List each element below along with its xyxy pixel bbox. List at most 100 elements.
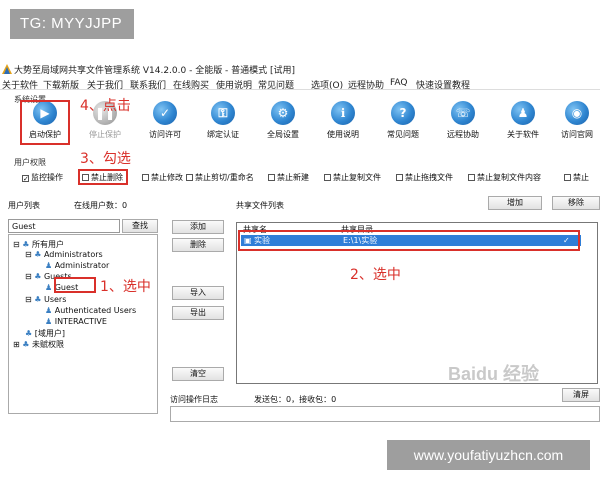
- menu-manual[interactable]: 使用说明: [216, 78, 252, 91]
- access-icon: ✓: [153, 101, 177, 125]
- checkbox: [142, 174, 149, 181]
- permissions-label: 用户权限: [14, 158, 46, 167]
- tree-all-users[interactable]: ⊟ ♣ 所有用户: [13, 239, 64, 250]
- menu-faq-cn[interactable]: 常见问题: [258, 78, 294, 91]
- group-icon: ♣: [25, 329, 33, 338]
- faq-button[interactable]: ? 常见问题: [374, 99, 432, 143]
- perm-no-copy-file-checkbox[interactable]: 禁止复制文件: [324, 172, 381, 183]
- tree-administrators[interactable]: ⊟ ♣ Administrators: [25, 250, 103, 259]
- perm-more-label: 禁止: [573, 173, 589, 182]
- menu-remote[interactable]: 远程协助: [348, 78, 384, 91]
- tree-administrator-label: Administrator: [54, 261, 110, 270]
- manual-label: 使用说明: [327, 130, 359, 139]
- checkbox: [186, 174, 193, 181]
- user-icon: ♟: [45, 317, 53, 326]
- menu-download[interactable]: 下载新版: [43, 78, 79, 91]
- perm-no-copy-file-label: 禁止复制文件: [333, 173, 381, 182]
- checkbox: [396, 174, 403, 181]
- faq-label: 常见问题: [387, 130, 419, 139]
- perm-no-cut-rename-checkbox[interactable]: 禁止剪切/重命名: [186, 172, 254, 183]
- user-icon: ♟: [45, 283, 53, 292]
- packet-stats: 发送包：0，接收包：0: [254, 395, 337, 404]
- manual-button[interactable]: ℹ 使用说明: [314, 99, 372, 143]
- group-icon: ♣: [22, 240, 30, 249]
- tree-domain-users[interactable]: ♣ [域用户]: [25, 328, 65, 339]
- perm-no-copy-content-checkbox[interactable]: 禁止复制文件内容: [468, 172, 541, 183]
- tree-users-label: Users: [43, 295, 67, 304]
- remote-assist-button[interactable]: ☏ 远程协助: [434, 99, 492, 143]
- highlight-guest: [54, 277, 96, 293]
- shared-files-label: 共享文件列表: [236, 201, 284, 210]
- export-button[interactable]: 导出: [172, 306, 224, 320]
- online-users-count: 0: [122, 201, 128, 210]
- tree-domain-users-label: [域用户]: [34, 329, 65, 338]
- visit-website-label: 访问官网: [561, 130, 593, 139]
- tree-interactive[interactable]: ♟ INTERACTIVE: [45, 317, 107, 326]
- group-icon: ♣: [34, 272, 42, 281]
- menu-quick-tutorial[interactable]: 快速设置教程: [416, 78, 470, 91]
- access-permission-button[interactable]: ✓ 访问许可: [136, 99, 194, 143]
- tree-authenticated-users-label: Authenticated Users: [54, 306, 137, 315]
- checkbox: [268, 174, 275, 181]
- access-log-box: [170, 406, 600, 422]
- window-title: 大势至局域网共享文件管理系统 V14.2.0.0 - 全能版 - 普通模式 [试…: [14, 66, 296, 76]
- visit-website-button[interactable]: ◉ 访问官网: [548, 99, 600, 143]
- user-search-input[interactable]: Guest: [8, 219, 120, 233]
- group-icon: ♣: [22, 340, 30, 349]
- annotation-step-1: 1、选中: [100, 279, 151, 295]
- settings-icon: ⚙: [271, 101, 295, 125]
- online-users-label: 在线用户数：0: [74, 200, 127, 211]
- checkbox: [468, 174, 475, 181]
- clear-log-button[interactable]: 清屏: [562, 388, 600, 402]
- watermark-top: TG: MYYJJPP: [10, 9, 134, 39]
- perm-more-checkbox[interactable]: 禁止: [564, 172, 589, 183]
- perm-no-new-checkbox[interactable]: 禁止新建: [268, 172, 309, 183]
- group-icon: ♣: [34, 295, 42, 304]
- tree-all-users-label: 所有用户: [31, 240, 64, 249]
- menu-contact[interactable]: 联系我们: [130, 78, 166, 91]
- perm-no-modify-label: 禁止修改: [151, 173, 183, 182]
- user-icon: ♟: [45, 261, 53, 270]
- perm-no-modify-checkbox[interactable]: 禁止修改: [142, 172, 183, 183]
- tree-administrator[interactable]: ♟ Administrator: [45, 261, 109, 270]
- delete-user-button[interactable]: 删除: [172, 238, 224, 252]
- clear-button[interactable]: 清空: [172, 367, 224, 381]
- perm-no-drag-checkbox[interactable]: 禁止拖拽文件: [396, 172, 453, 183]
- tree-authenticated-users[interactable]: ♟ Authenticated Users: [45, 306, 136, 315]
- perm-no-cut-rename-label: 禁止剪切/重命名: [195, 173, 254, 182]
- tree-administrators-label: Administrators: [43, 250, 103, 259]
- tree-unknown-permissions[interactable]: ⊞ ♣ 未赋权限: [13, 339, 64, 350]
- perm-monitor-checkbox[interactable]: ✓ 监控操作: [22, 172, 63, 183]
- global-settings-button[interactable]: ⚙ 全局设置: [254, 99, 312, 143]
- tree-users[interactable]: ⊟ ♣ Users: [25, 295, 66, 304]
- watermark-bottom: www.youfatiyuzhcn.com: [387, 440, 590, 470]
- perm-no-new-label: 禁止新建: [277, 173, 309, 182]
- perm-no-drag-label: 禁止拖拽文件: [405, 173, 453, 182]
- annotation-step-4: 4、点击: [80, 98, 131, 114]
- menu-faq[interactable]: FAQ: [390, 78, 407, 88]
- menu-about-us[interactable]: 关于我们: [87, 78, 123, 91]
- about-software-label: 关于软件: [507, 130, 539, 139]
- about-software-button[interactable]: ♟ 关于软件: [494, 99, 552, 143]
- annotation-step-2: 2、选中: [350, 267, 401, 283]
- stop-protection-label: 停止保护: [89, 130, 121, 139]
- import-button[interactable]: 导入: [172, 286, 224, 300]
- highlight-no-delete: [78, 169, 128, 185]
- menu-about-software[interactable]: 关于软件: [2, 78, 38, 91]
- about-icon: ♟: [511, 101, 535, 125]
- highlight-shared-row: [238, 230, 580, 251]
- manual-icon: ℹ: [331, 101, 355, 125]
- bind-auth-button[interactable]: ⚿ 绑定认证: [194, 99, 252, 143]
- remove-share-button[interactable]: 移除: [552, 196, 600, 210]
- add-share-button[interactable]: 增加: [488, 196, 542, 210]
- tree-interactive-label: INTERACTIVE: [54, 317, 107, 326]
- menu-options[interactable]: 选项(O): [311, 78, 343, 91]
- menu-buy[interactable]: 在线购买: [173, 78, 209, 91]
- app-logo-icon: [2, 64, 12, 74]
- title-bar: 大势至局域网共享文件管理系统 V14.2.0.0 - 全能版 - 普通模式 [试…: [0, 62, 600, 76]
- add-user-button[interactable]: 添加: [172, 220, 224, 234]
- help-icon: ?: [391, 101, 415, 125]
- perm-no-copy-content-label: 禁止复制文件内容: [477, 173, 541, 182]
- annotation-step-3: 3、勾选: [80, 151, 131, 167]
- find-button[interactable]: 查找: [122, 219, 158, 233]
